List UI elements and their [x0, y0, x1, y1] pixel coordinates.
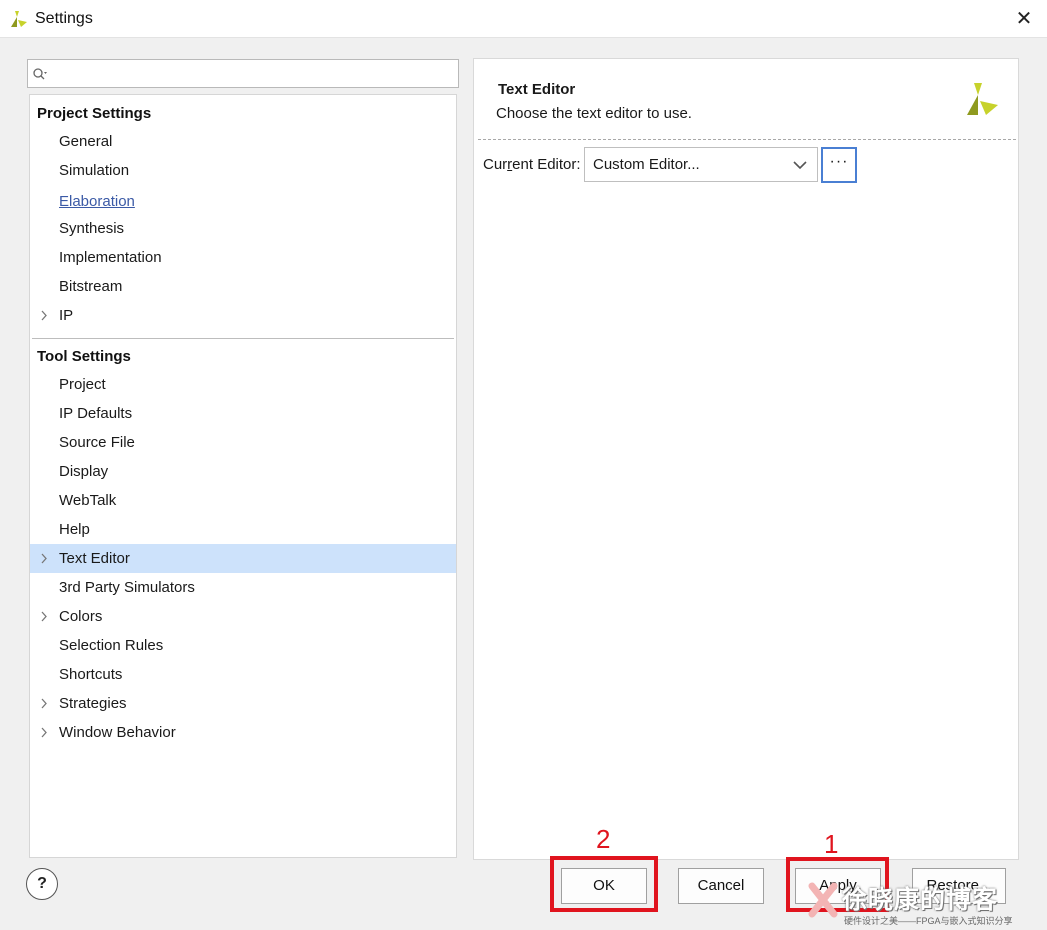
- tree-item-synthesis[interactable]: Synthesis: [30, 214, 456, 243]
- help-button[interactable]: ?: [26, 868, 58, 900]
- chevron-down-icon: [793, 161, 807, 170]
- tree-item-3rd-party-simulators[interactable]: 3rd Party Simulators: [30, 573, 456, 602]
- tree-item-display[interactable]: Display: [30, 457, 456, 486]
- tree-item-label: Bitstream: [59, 278, 123, 295]
- panel-title: Text Editor: [498, 81, 576, 98]
- close-icon[interactable]: ✕: [1009, 4, 1039, 34]
- tree-item-general[interactable]: General: [30, 127, 456, 156]
- chevron-right-icon[interactable]: [40, 553, 48, 564]
- annotation-number-1: 1: [824, 829, 839, 859]
- vivado-logo-icon: [9, 9, 29, 29]
- tree-item-label: WebTalk: [59, 492, 117, 509]
- tree-item-label: Source File: [59, 434, 135, 451]
- tree-item-label: Shortcuts: [59, 666, 123, 683]
- tree-item-help[interactable]: Help: [30, 515, 456, 544]
- tree-item-label: Elaboration: [59, 193, 135, 210]
- window-title: Settings: [35, 10, 93, 27]
- tree-item-label: Colors: [59, 608, 103, 625]
- tree-item-label: 3rd Party Simulators: [59, 579, 195, 596]
- tree-item-shortcuts[interactable]: Shortcuts: [30, 660, 456, 689]
- label-part: ent Editor:: [512, 156, 581, 173]
- tree-item-simulation[interactable]: Simulation: [30, 156, 456, 185]
- restore-button[interactable]: Restore...: [912, 868, 1006, 904]
- tree-item-text-editor[interactable]: Text Editor: [30, 544, 456, 573]
- tree-item-label: Simulation: [59, 162, 130, 179]
- tree-item-label: IP Defaults: [59, 405, 133, 422]
- browse-editor-button[interactable]: ···: [821, 147, 857, 183]
- search-input[interactable]: [50, 62, 450, 85]
- chevron-right-icon[interactable]: [40, 611, 48, 622]
- settings-tree: Project Settings General Simulation Elab…: [29, 94, 457, 858]
- current-editor-dropdown[interactable]: Custom Editor...: [584, 147, 818, 182]
- tree-item-label: IP: [59, 307, 74, 324]
- tool-settings-header: Tool Settings: [37, 348, 131, 365]
- tree-item-project[interactable]: Project: [30, 370, 456, 399]
- chevron-right-icon[interactable]: [40, 698, 48, 709]
- tree-item-label: General: [59, 133, 113, 150]
- project-settings-header: Project Settings: [37, 105, 152, 122]
- search-icon: [33, 68, 47, 80]
- settings-content-panel: Text Editor Choose the text editor to us…: [473, 58, 1019, 860]
- tree-item-source-file[interactable]: Source File: [30, 428, 456, 457]
- tree-item-label: Help: [59, 521, 90, 538]
- cancel-button[interactable]: Cancel: [678, 868, 764, 904]
- annotation-box-ok: [550, 856, 658, 912]
- tree-item-window-behavior[interactable]: Window Behavior: [30, 718, 456, 747]
- tree-item-bitstream[interactable]: Bitstream: [30, 272, 456, 301]
- search-field[interactable]: [27, 59, 459, 88]
- tree-item-ip-defaults[interactable]: IP Defaults: [30, 399, 456, 428]
- chevron-right-icon[interactable]: [40, 727, 48, 738]
- header-divider: [478, 139, 1016, 140]
- tree-item-label: Project: [59, 376, 106, 393]
- tree-item-implementation[interactable]: Implementation: [30, 243, 456, 272]
- tree-item-selection-rules[interactable]: Selection Rules: [30, 631, 456, 660]
- section-divider: [32, 338, 454, 339]
- vivado-logo-icon: [964, 81, 1000, 121]
- annotation-box-apply: [786, 857, 889, 912]
- tree-item-label: Display: [59, 463, 109, 480]
- tree-item-strategies[interactable]: Strategies: [30, 689, 456, 718]
- current-editor-label: Current Editor:: [483, 156, 581, 173]
- tree-item-colors[interactable]: Colors: [30, 602, 456, 631]
- tree-item-label: Strategies: [59, 695, 127, 712]
- watermark-subtitle: 硬件设计之美——FPGA与嵌入式知识分享: [844, 916, 1013, 926]
- tree-item-label: Selection Rules: [59, 637, 164, 654]
- label-part: Cur: [483, 156, 508, 173]
- tree-item-label: Window Behavior: [59, 724, 176, 741]
- annotation-number-2: 2: [596, 824, 611, 854]
- tree-item-label: Text Editor: [59, 550, 130, 567]
- tree-item-label: Synthesis: [59, 220, 125, 237]
- title-bar: Settings ✕: [0, 0, 1047, 38]
- tree-item-ip[interactable]: IP: [30, 301, 456, 330]
- tree-item-label: Implementation: [59, 249, 162, 266]
- current-editor-value: Custom Editor...: [593, 156, 700, 173]
- panel-description: Choose the text editor to use.: [496, 105, 692, 122]
- chevron-right-icon[interactable]: [40, 310, 48, 321]
- tree-item-elaboration[interactable]: Elaboration: [30, 187, 456, 216]
- tree-item-webtalk[interactable]: WebTalk: [30, 486, 456, 515]
